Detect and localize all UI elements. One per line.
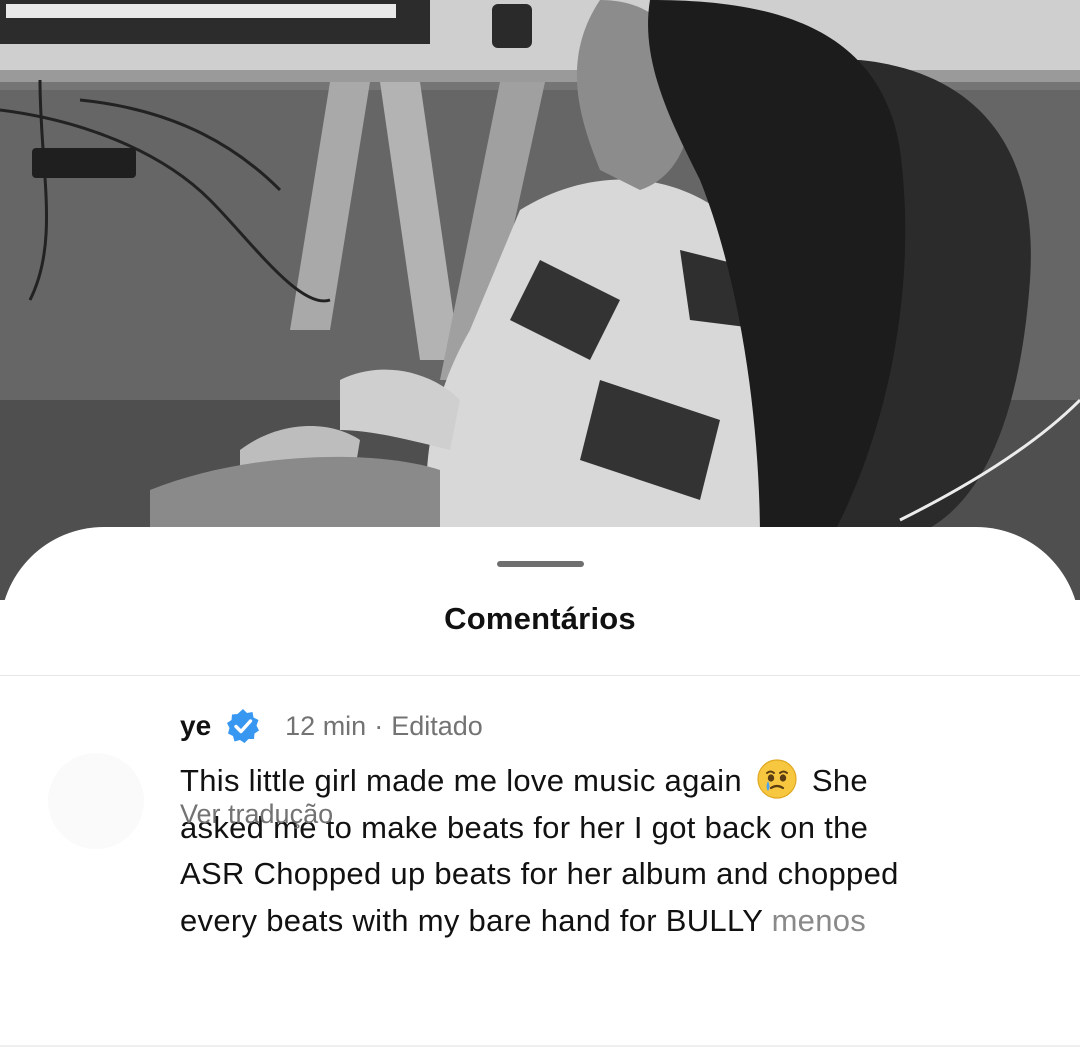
drag-handle[interactable] <box>497 561 584 567</box>
face-holding-back-tears-emoji-icon <box>756 758 798 800</box>
comment-text-2: She <box>811 763 868 798</box>
comment-text-1: This little girl made me love music agai… <box>180 763 742 798</box>
comment-text-5: every beats with my bare hand for BULLY <box>180 902 763 938</box>
comment-username[interactable]: ye <box>180 710 211 742</box>
comment-item: ye 12 min · Editado This little girl mad… <box>0 676 1080 1036</box>
less-link[interactable]: menos <box>772 903 867 938</box>
meta-separator: · <box>374 710 384 741</box>
comment-line-1: This little girl made me love music agai… <box>180 758 1040 805</box>
edited-label: Editado <box>391 710 483 741</box>
sheet-title: Comentários <box>444 601 636 636</box>
see-translation-link[interactable]: Ver tradução <box>180 799 333 830</box>
avatar[interactable] <box>48 753 144 849</box>
comment-text: This little girl made me love music agai… <box>180 758 1040 944</box>
comment-header: ye 12 min · Editado <box>180 706 483 746</box>
comment-timestamp: 12 min <box>285 710 367 741</box>
comments-sheet: Comentários ye 12 min · Editado This lit… <box>0 527 1080 1048</box>
photo-scene <box>0 0 1080 600</box>
post-photo <box>0 0 1080 600</box>
verified-badge-icon <box>225 708 261 744</box>
comment-line-3: ASR Chopped up beats for her album and c… <box>180 856 899 891</box>
bottom-divider <box>0 1045 1080 1047</box>
comment-line-4: every beats with my bare hand for BULLY … <box>180 898 1040 945</box>
